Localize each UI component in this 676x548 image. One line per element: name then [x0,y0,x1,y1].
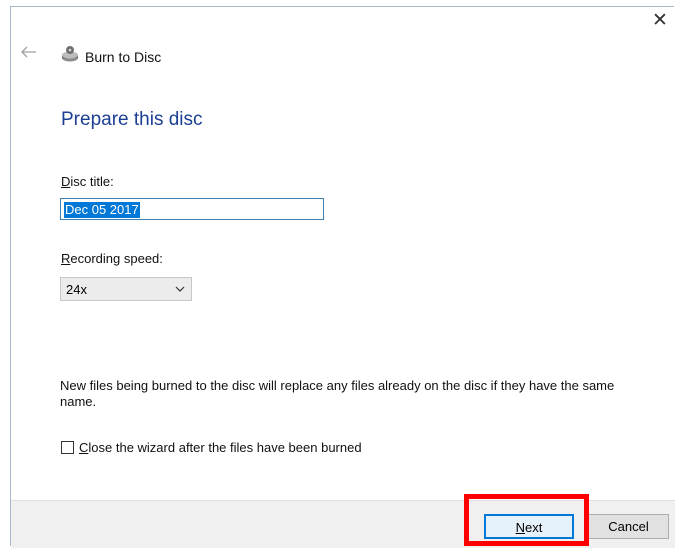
next-button[interactable]: Next [484,514,574,539]
recording-speed-dropdown[interactable]: 24x [60,277,192,301]
close-button[interactable]: ✕ [650,11,670,31]
close-wizard-label-text: lose the wizard after the files have bee… [88,440,362,455]
recording-speed-mnemonic: R [61,251,71,266]
recording-speed-label: Recording speed: [61,251,163,266]
recording-speed-value: 24x [66,282,87,297]
close-wizard-label[interactable]: Close the wizard after the files have be… [79,440,362,455]
disc-title-value: Dec 05 2017 [64,202,140,218]
next-label-text: ext [525,520,543,535]
burn-to-disc-window: ✕ Burn to Disc Prepare this disc Disc ti… [10,6,675,548]
disc-title-label-text: isc title: [70,174,114,189]
next-mnemonic: N [515,520,526,535]
disc-title-input[interactable]: Dec 05 2017 [60,198,324,220]
disc-title-mnemonic: D [61,174,71,189]
close-wizard-checkbox[interactable] [61,441,74,454]
arrow-left-icon [21,46,36,58]
cancel-button[interactable]: Cancel [588,514,669,539]
back-button[interactable] [21,45,37,62]
wizard-title: Burn to Disc [85,49,162,65]
recording-speed-label-text: ecording speed: [70,251,163,266]
close-wizard-mnemonic: C [79,440,89,455]
wizard-footer: Next Cancel [11,500,675,548]
disc-title-label: Disc title: [61,174,114,189]
page-title: Prepare this disc [61,109,203,130]
replace-files-info: New files being burned to the disc will … [60,378,615,409]
chevron-down-icon [175,286,185,292]
burn-disc-icon [62,46,78,62]
